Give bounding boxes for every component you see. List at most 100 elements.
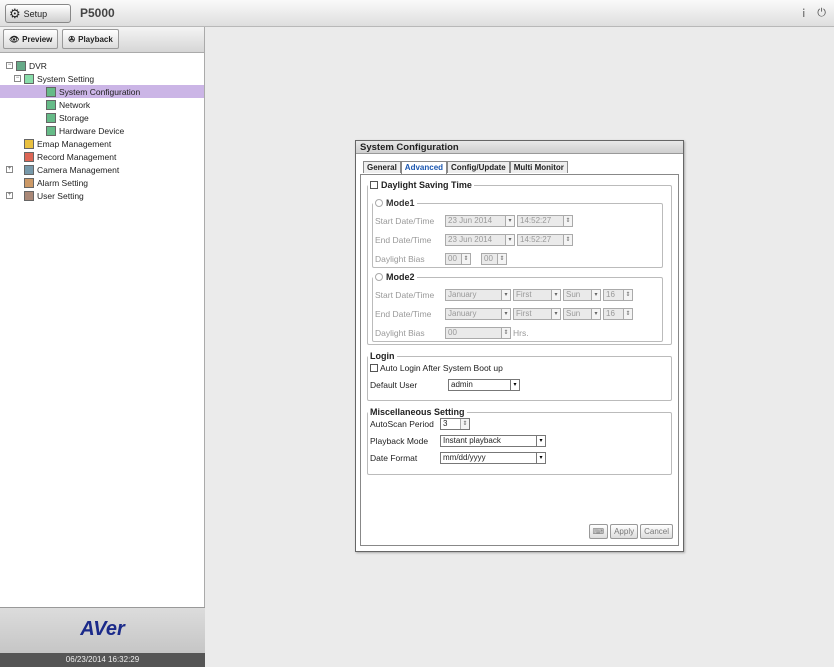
tree-item-system-configuration[interactable]: System Configuration (0, 85, 204, 98)
keyboard-button[interactable]: ⌨ (588, 524, 609, 539)
spinner-icon: ⇕ (460, 419, 469, 429)
auto-login-row: Auto Login After System Boot up (370, 361, 503, 375)
start-day-select[interactable]: Sun ▾ (563, 289, 601, 301)
dropdown-arrow-icon: ▾ (505, 216, 514, 226)
start-month-value: January (448, 290, 477, 299)
preview-button[interactable]: 👁 Preview (3, 29, 59, 49)
map-icon (24, 138, 34, 149)
autoscan-spinner[interactable]: 3 ⇕ (440, 418, 470, 430)
start-date-select[interactable]: 23 Jun 2014 ▾ (445, 215, 515, 227)
spinner-icon: ⇕ (461, 254, 470, 264)
dropdown-arrow-icon: ▾ (501, 290, 510, 300)
tree-item-network[interactable]: Network (0, 98, 204, 111)
spinner-icon: ⇕ (563, 235, 572, 245)
bias-minutes-spinner[interactable]: 00 ⇕ (481, 253, 507, 265)
tree-label: Storage (59, 112, 89, 123)
tree-item-user-setting[interactable]: + User Setting (0, 189, 204, 202)
bias-label: Daylight Bias (375, 328, 425, 338)
end-month-select[interactable]: January ▾ (445, 308, 511, 320)
playback-mode-label: Playback Mode (370, 436, 429, 446)
tab-config-update[interactable]: Config/Update (447, 161, 510, 173)
app-title: P5000 (80, 6, 115, 20)
bias-spinner[interactable]: 00 ⇕ (445, 327, 511, 339)
tab-advanced[interactable]: Advanced (400, 161, 448, 174)
end-time-spinner[interactable]: 14:52:27 ⇕ (517, 234, 573, 246)
clock: 06/23/2014 16:32:29 (0, 653, 205, 667)
alarm-icon (24, 177, 34, 188)
info-icon[interactable]: ⅰ (802, 7, 805, 20)
end-date-value: 23 Jun 2014 (448, 235, 493, 244)
end-week-select[interactable]: First ▾ (513, 308, 561, 320)
network-icon (46, 99, 56, 110)
tree-label: Hardware Device (59, 125, 125, 136)
start-month-select[interactable]: January ▾ (445, 289, 511, 301)
end-date-select[interactable]: 23 Jun 2014 ▾ (445, 234, 515, 246)
power-icon[interactable]: ⏻ (817, 7, 826, 20)
mode1-radio[interactable] (375, 199, 383, 207)
dropdown-arrow-icon: ▾ (536, 436, 545, 446)
dropdown-arrow-icon: ▾ (591, 290, 600, 300)
spinner-icon: ⇕ (497, 254, 506, 264)
playback-button[interactable]: ✇ Playback (62, 29, 119, 49)
start-week-select[interactable]: First ▾ (513, 289, 561, 301)
cancel-button[interactable]: Cancel (640, 524, 673, 539)
tree-item-record-management[interactable]: Record Management (0, 150, 204, 163)
apply-button[interactable]: Apply (610, 524, 639, 539)
setup-button[interactable]: ⚙ Setup (5, 4, 71, 23)
end-label: End Date/Time (375, 235, 432, 245)
date-format-label: Date Format (370, 453, 418, 463)
date-format-select[interactable]: mm/dd/yyyy ▾ (440, 452, 546, 464)
dropdown-arrow-icon: ▾ (591, 309, 600, 319)
autoscan-row: AutoScan Period 3 ⇕ (370, 417, 470, 431)
dropdown-arrow-icon: ▾ (551, 290, 560, 300)
start-hour-spinner[interactable]: 16 ⇕ (603, 289, 633, 301)
hardware-device-icon (46, 125, 56, 136)
playback-mode-value: Instant playback (443, 436, 501, 445)
misc-label: Miscellaneous Setting (370, 407, 465, 417)
end-label: End Date/Time (375, 309, 432, 319)
camera-icon (24, 164, 34, 175)
dvr-icon (16, 60, 26, 71)
end-month-value: January (448, 309, 477, 318)
default-user-select[interactable]: admin ▾ (448, 379, 520, 391)
tab-multi-monitor[interactable]: Multi Monitor (509, 161, 568, 173)
dropdown-arrow-icon: ▾ (536, 453, 545, 463)
tab-body: Daylight Saving Time Mode1 Start Date/Ti… (360, 174, 679, 546)
tree-label: Record Management (37, 151, 117, 162)
mode1-start-row: Start Date/Time 23 Jun 2014 ▾ 14:52:27 ⇕ (375, 214, 573, 228)
branding-area: AVer 06/23/2014 16:32:29 (0, 607, 205, 667)
playback-mode-select[interactable]: Instant playback ▾ (440, 435, 546, 447)
login-group: Login Auto Login After System Boot up De… (367, 351, 672, 401)
tree-item-dvr[interactable]: − DVR (0, 59, 204, 72)
auto-login-checkbox[interactable] (370, 364, 378, 372)
tree-item-alarm-setting[interactable]: Alarm Setting (0, 176, 204, 189)
tree-item-camera-management[interactable]: + Camera Management (0, 163, 204, 176)
tree-item-system-setting[interactable]: − System Setting (0, 72, 204, 85)
mode2-bias-row: Daylight Bias 00 ⇕ Hrs. (375, 326, 529, 340)
tab-general[interactable]: General (363, 161, 401, 173)
login-label: Login (370, 351, 395, 361)
dropdown-arrow-icon: ▾ (501, 309, 510, 319)
end-hour-spinner[interactable]: 16 ⇕ (603, 308, 633, 320)
record-icon (24, 151, 34, 162)
tree-item-emap-management[interactable]: Emap Management (0, 137, 204, 150)
spinner-icon: ⇕ (623, 290, 632, 300)
end-day-select[interactable]: Sun ▾ (563, 308, 601, 320)
mode2-radio[interactable] (375, 273, 383, 281)
tree-item-hardware-device[interactable]: Hardware Device (0, 124, 204, 137)
collapse-icon[interactable]: − (14, 75, 21, 82)
expand-icon[interactable]: + (6, 166, 13, 173)
setup-label: Setup (23, 8, 48, 19)
collapse-icon[interactable]: − (6, 62, 13, 69)
start-label: Start Date/Time (375, 216, 435, 226)
start-time-spinner[interactable]: 14:52:27 ⇕ (517, 215, 573, 227)
tree-item-storage[interactable]: Storage (0, 111, 204, 124)
top-icons: ⅰ ⏻ (802, 7, 826, 20)
daylight-saving-checkbox[interactable] (370, 181, 378, 189)
mode1-bias-row: Daylight Bias 00 ⇕ 00 ⇕ (375, 252, 507, 266)
expand-icon[interactable]: + (6, 192, 13, 199)
sidebar: 👁 Preview ✇ Playback − DVR − System Setting … (0, 27, 205, 667)
autoscan-label: AutoScan Period (370, 419, 434, 429)
bias-hours-spinner[interactable]: 00 ⇕ (445, 253, 471, 265)
mode2-end-row: End Date/Time January ▾ First ▾ Sun ▾ 16 ⇕ (375, 307, 633, 321)
